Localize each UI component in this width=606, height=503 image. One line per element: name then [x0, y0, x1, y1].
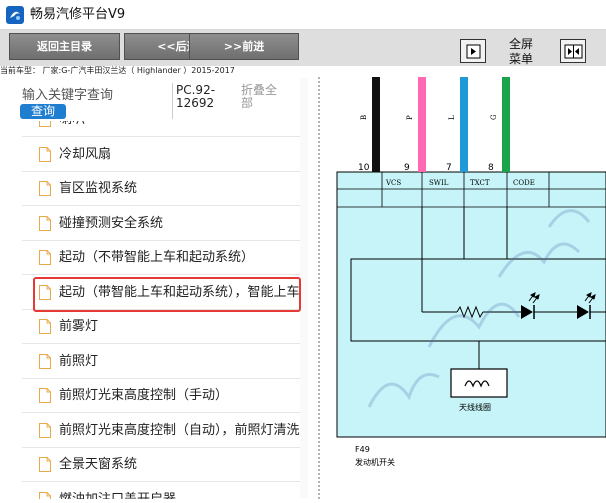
tree-item-label: 前照灯光束高度控制（自动），前照灯清洗: [59, 422, 300, 438]
tree-item-label: 前照灯: [59, 353, 99, 369]
tree-item[interactable]: 前照灯光束高度控制（手动）: [22, 379, 308, 413]
tree-item[interactable]: 前雾灯: [22, 310, 308, 344]
tree-item[interactable]: 盲区监视系统: [22, 172, 308, 206]
document-icon: [39, 422, 51, 438]
document-icon: [39, 457, 51, 472]
tree-item-label: 碰撞预测安全系统: [59, 215, 164, 231]
wire-b: [372, 77, 380, 172]
document-icon: [39, 353, 51, 369]
fullscreen-menu-label[interactable]: 全屏 菜单: [502, 37, 540, 67]
current-vehicle-model: 当前车型： 厂家:G-广汽丰田汉兰达（ Highlander ）2015-201…: [0, 66, 235, 75]
scrollbar[interactable]: [300, 77, 308, 499]
tree-item[interactable]: 喇叭: [22, 121, 308, 137]
search-input[interactable]: 输入关键字查询: [22, 84, 113, 103]
tree-item[interactable]: 起动（不带智能上车和起动系统）: [22, 241, 308, 275]
signal-label: SWIL: [429, 179, 449, 187]
wire-l: [460, 77, 468, 172]
tree-item-label: 前照灯光束高度控制（手动）: [59, 388, 229, 403]
signal-label: TXCT: [470, 179, 490, 187]
wire-p: [418, 77, 426, 172]
pin-number: 9: [404, 163, 410, 173]
tree-item-label: 喇叭: [59, 121, 85, 128]
wire-code-label: G: [490, 114, 498, 120]
document-icon: [39, 250, 51, 265]
tree-item-label: 燃油加注口盖开启器: [59, 491, 177, 500]
tree-item[interactable]: 燃油加注口盖开启器: [22, 483, 308, 500]
menu-label: 菜单: [508, 52, 533, 66]
tree-item[interactable]: 碰撞预测安全系统: [22, 207, 308, 241]
pin-number: 7: [446, 163, 452, 173]
tree-item[interactable]: 全景天窗系统: [22, 448, 308, 482]
window-title: 畅易汽修平台V9: [30, 7, 126, 22]
document-icon: [39, 491, 51, 499]
diagram-code: PC.92-12692: [176, 83, 216, 110]
pin-number: 8: [488, 163, 494, 173]
document-icon: [39, 388, 51, 403]
tree-item-label: 全景天窗系统: [59, 457, 138, 472]
tree-item[interactable]: 冷却风扇: [22, 138, 308, 172]
forward-button[interactable]: >>前进: [189, 33, 299, 60]
expand-panel-button[interactable]: [460, 39, 486, 63]
back-to-main-button[interactable]: 返回主目录: [9, 33, 120, 60]
connector-id: F49: [355, 445, 370, 454]
signal-label: VCS: [385, 179, 401, 187]
wire-code-label: B: [360, 115, 368, 120]
wiring-diagram-canvas: B 10 VCS P 9 SWIL L 7 TXCT G 8 CODE 天线线圈 F49 发动机开关: [318, 77, 606, 499]
divider: [172, 83, 173, 119]
signal-label: CODE: [513, 179, 535, 187]
document-icon: [39, 215, 51, 231]
tree-item-label: 起动（不带智能上车和起动系统）: [59, 250, 255, 265]
expand-right-icon: [466, 44, 481, 59]
wire-g: [502, 77, 510, 172]
selected-item-highlight: [33, 277, 301, 312]
tree-item[interactable]: 前照灯: [22, 345, 308, 379]
collapse-arrows-icon: [564, 44, 583, 59]
collapse-all-button[interactable]: 折叠全部: [241, 84, 281, 110]
wire-code-label: P: [406, 115, 414, 120]
coil-label: 天线线圈: [459, 402, 491, 412]
document-icon: [39, 319, 51, 334]
document-icon: [39, 121, 51, 127]
search-button[interactable]: 查询: [20, 104, 66, 119]
document-icon: [39, 181, 51, 196]
fullscreen-label: 全屏: [508, 37, 533, 51]
tree-item[interactable]: 前照灯光束高度控制（自动），前照灯清洗: [22, 414, 308, 448]
component-name: 发动机开关: [355, 457, 395, 467]
wiring-diagram[interactable]: B 10 VCS P 9 SWIL L 7 TXCT G 8 CODE 天线线圈 F49 发动机开关: [309, 77, 606, 499]
document-icon: [39, 146, 51, 162]
tree-item-label: 冷却风扇: [59, 146, 112, 162]
title-bar: 畅易汽修平台V9: [0, 0, 606, 30]
pin-number: 10: [358, 163, 370, 173]
tree-item-label: 前雾灯: [59, 319, 99, 334]
fullscreen-toggle-button[interactable]: [560, 39, 586, 63]
tree-item-label: 盲区监视系统: [59, 181, 138, 196]
wire-code-label: L: [448, 115, 456, 120]
app-logo-icon: [6, 6, 24, 24]
